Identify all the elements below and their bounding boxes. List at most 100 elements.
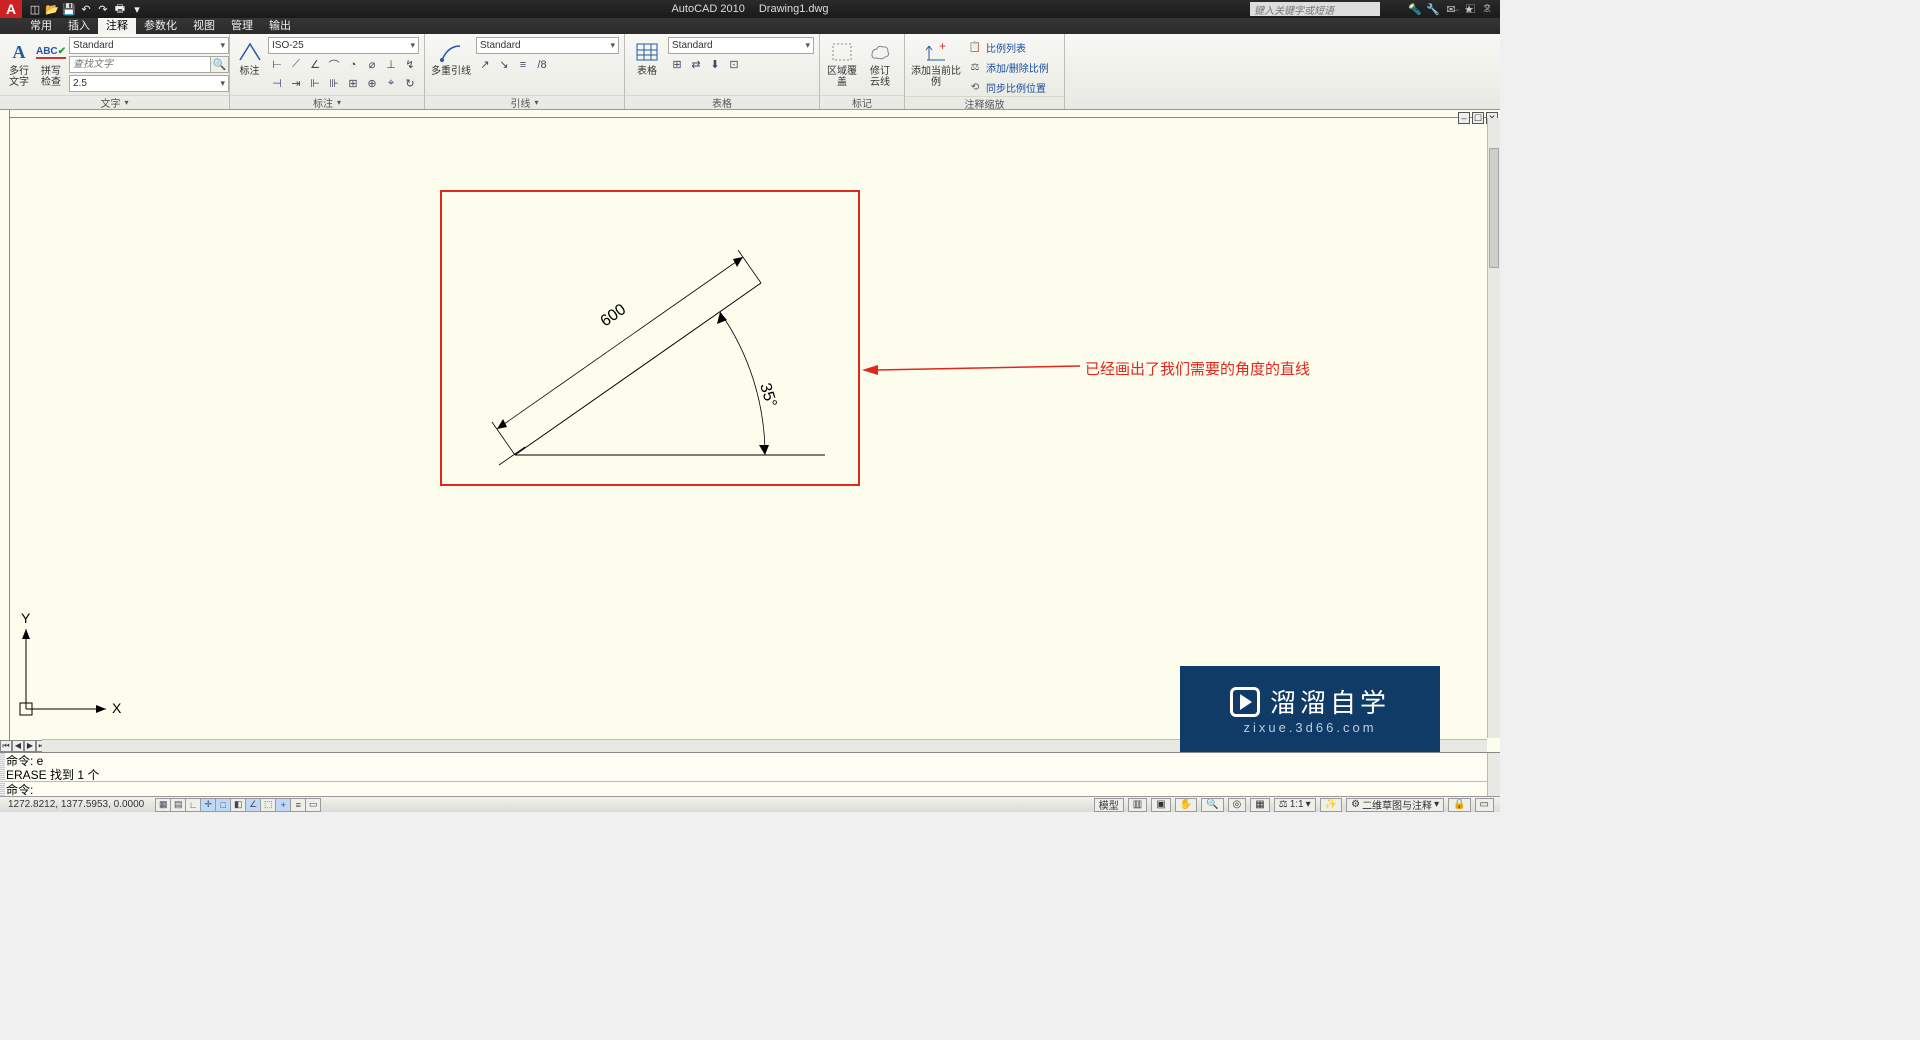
tab-view[interactable]: 视图	[185, 16, 223, 34]
text-height-combo[interactable]: 2.5	[69, 75, 229, 92]
table-download-icon[interactable]: ⬇	[706, 56, 724, 73]
dim-radius-icon[interactable]: ◔	[344, 56, 362, 73]
status-quickview-drawings[interactable]: ▣	[1151, 798, 1170, 812]
table-button[interactable]: 表格	[630, 37, 664, 77]
viewport-min-icon[interactable]: –	[1458, 112, 1470, 124]
mleader-label: 多重引线	[431, 66, 471, 77]
viewport-max-icon[interactable]: ☐	[1472, 112, 1484, 124]
toolbar-lock-icon[interactable]: 🔒	[1448, 798, 1470, 812]
tab-insert[interactable]: 插入	[60, 16, 98, 34]
new-icon[interactable]: ◫	[28, 2, 42, 16]
toggle-dyn[interactable]: +	[275, 798, 291, 812]
dim-style-combo[interactable]: ISO-25	[268, 37, 419, 54]
command-grip[interactable]	[0, 753, 5, 796]
vertical-scrollbar[interactable]	[1487, 118, 1500, 738]
dim-ordinate-icon[interactable]: ⊥	[382, 56, 400, 73]
close-button[interactable]: ✕	[1482, 2, 1492, 16]
toggle-lwt[interactable]: ≡	[290, 798, 306, 812]
help-search[interactable]: 键入关键字或短语	[1250, 2, 1380, 16]
undo-icon[interactable]: ↶	[79, 2, 93, 16]
dim-jog-icon[interactable]: ↯	[401, 56, 419, 73]
toggle-osnap[interactable]: □	[215, 798, 231, 812]
print-icon[interactable]: 🖶	[113, 2, 127, 16]
key-icon[interactable]: 🔧	[1426, 3, 1440, 16]
table-extract-icon[interactable]: ⊞	[668, 56, 686, 73]
dim-inspect-icon[interactable]: ⌖	[382, 75, 400, 92]
tab-common[interactable]: 常用	[22, 16, 60, 34]
dim-angular-icon[interactable]: ∠	[306, 56, 324, 73]
clean-screen-icon[interactable]: ▭	[1475, 798, 1494, 812]
toggle-otrack[interactable]: ∠	[245, 798, 261, 812]
find-text-input[interactable]	[69, 56, 211, 73]
cursor-coordinates[interactable]: 1272.8212, 1377.5953, 0.0000	[0, 799, 152, 810]
find-button[interactable]: 🔍	[211, 56, 229, 73]
tab-parametric[interactable]: 参数化	[136, 16, 185, 34]
add-current-scale-button[interactable]: + 添加当前比例	[910, 37, 962, 88]
dim-tolerance-icon[interactable]: ⊞	[344, 75, 362, 92]
add-delete-scale-link[interactable]: ⚖添加/删除比例	[966, 59, 1051, 76]
redo-icon[interactable]: ↷	[96, 2, 110, 16]
sync-scale-pos-link[interactable]: ⟲同步比例位置	[966, 79, 1051, 96]
watermark: 溜溜自学 zixue.3d66.com	[1180, 666, 1440, 752]
status-showmotion-icon[interactable]: ▦	[1250, 798, 1269, 812]
leader-remove-icon[interactable]: ↘	[495, 56, 513, 73]
dim-arc-icon[interactable]: ⌒	[325, 56, 343, 73]
command-scrollbar[interactable]	[1487, 753, 1500, 796]
toggle-qp[interactable]: ▭	[305, 798, 321, 812]
status-quickview-layouts[interactable]: ▥	[1128, 798, 1147, 812]
command-window[interactable]: 命令: e ERASE 找到 1 个 命令:	[0, 752, 1500, 796]
revcloud-button[interactable]: 修订 云线	[863, 37, 897, 88]
dim-continue-icon[interactable]: ⊩	[306, 75, 324, 92]
annotation-visibility-icon[interactable]: ✨	[1320, 798, 1342, 812]
dim-break-icon[interactable]: ⊣	[268, 75, 286, 92]
toggle-3dosnap[interactable]: ◧	[230, 798, 246, 812]
qat-drop-icon[interactable]: ▾	[130, 2, 144, 16]
leader-style-combo[interactable]: Standard	[476, 37, 619, 54]
status-pan-icon[interactable]: ✋	[1175, 798, 1197, 812]
tab-annotate[interactable]: 注释	[98, 16, 136, 34]
dim-diameter-icon[interactable]: ⌀	[363, 56, 381, 73]
toggle-ortho[interactable]: ∟	[185, 798, 201, 812]
toggle-grid[interactable]: ▤	[170, 798, 186, 812]
leader-collect-icon[interactable]: /8	[533, 56, 551, 73]
open-icon[interactable]: 📂	[45, 2, 59, 16]
annotation-scale[interactable]: ⚖1:1▾	[1274, 798, 1316, 812]
dim-space-icon[interactable]: ⇥	[287, 75, 305, 92]
tab-manage[interactable]: 管理	[223, 16, 261, 34]
dim-baseline-icon[interactable]: ⊪	[325, 75, 343, 92]
binoculars-icon[interactable]: 🔦	[1408, 3, 1422, 16]
scale-list-link[interactable]: 📋比例列表	[966, 39, 1051, 56]
layout-next-icon[interactable]: ▶	[24, 740, 36, 752]
app-menu-button[interactable]: A	[0, 0, 22, 18]
spellcheck-button[interactable]: ABC✔ 拼写 检查	[37, 37, 65, 88]
model-space-toggle[interactable]: 模型	[1094, 798, 1124, 812]
table-export-icon[interactable]: ⊡	[725, 56, 743, 73]
leader-align-icon[interactable]: ≡	[514, 56, 532, 73]
workspace-switcher[interactable]: ⚙二维草图与注释▾	[1346, 798, 1444, 812]
table-style-combo[interactable]: Standard	[668, 37, 814, 54]
table-link-icon[interactable]: ⇄	[687, 56, 705, 73]
minimize-button[interactable]: —	[1447, 2, 1459, 16]
status-steering-icon[interactable]: ◎	[1228, 798, 1247, 812]
dim-center-icon[interactable]: ⊕	[363, 75, 381, 92]
status-zoom-icon[interactable]: 🔍	[1201, 798, 1223, 812]
mtext-button[interactable]: A 多行 文字	[5, 37, 33, 88]
layout-prev-icon[interactable]: ◀	[12, 740, 24, 752]
command-line[interactable]: 命令:	[0, 781, 1500, 797]
toggle-polar[interactable]: ✛	[200, 798, 216, 812]
dim-aligned-icon[interactable]: ⟋	[287, 56, 305, 73]
dim-update-icon[interactable]: ↻	[401, 75, 419, 92]
toggle-ducs[interactable]: ⬚	[260, 798, 276, 812]
dim-linear-icon[interactable]: ⊢	[268, 56, 286, 73]
layout-first-icon[interactable]: ⏮	[0, 740, 12, 752]
mleader-button[interactable]: 多重引线	[430, 37, 472, 77]
drawing-area[interactable]: – ☐ ✕ 600 35° 已经画出了我们需要的角度的直线	[0, 110, 1500, 752]
toggle-snap[interactable]: ▦	[155, 798, 171, 812]
save-icon[interactable]: 💾	[62, 2, 76, 16]
tab-output[interactable]: 输出	[261, 16, 299, 34]
maximize-button[interactable]: ☐	[1465, 2, 1476, 16]
text-style-combo[interactable]: Standard	[69, 37, 229, 54]
wipeout-button[interactable]: 区域覆盖	[825, 37, 859, 88]
dimension-button[interactable]: 标注	[235, 37, 264, 77]
leader-add-icon[interactable]: ↗	[476, 56, 494, 73]
